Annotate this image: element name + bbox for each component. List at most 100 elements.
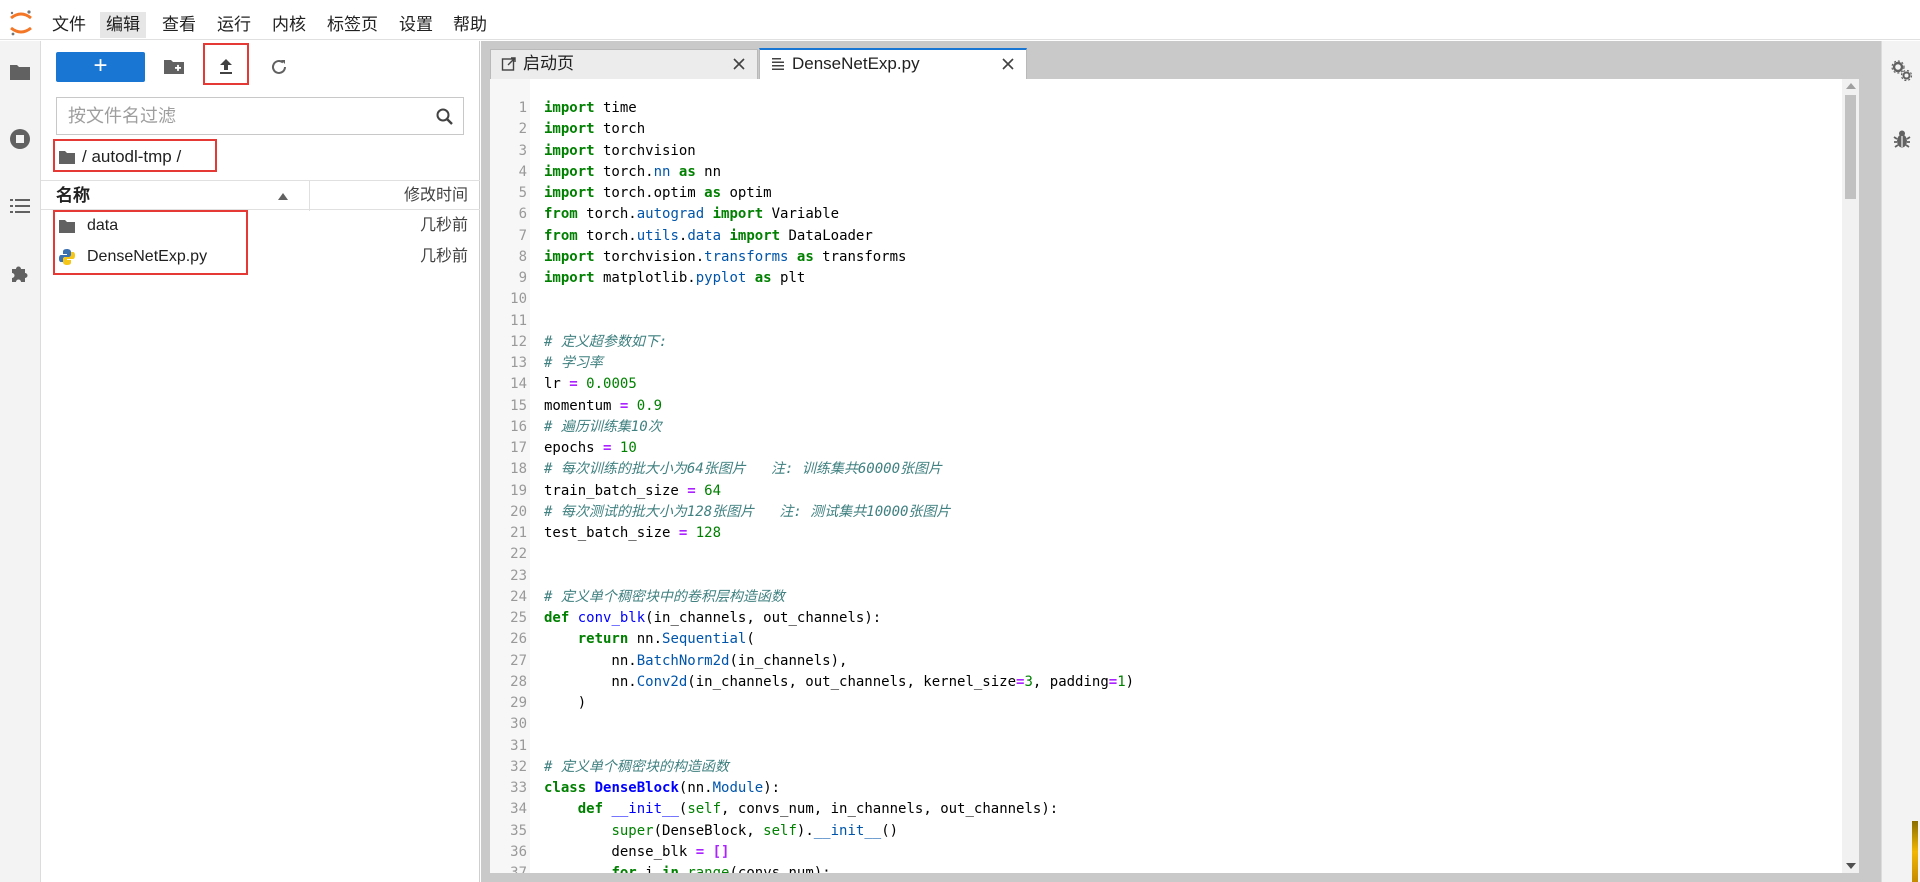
code-line[interactable]: 3 import torchvision	[490, 141, 1830, 162]
code-text: import torch	[544, 121, 646, 138]
line-number: 28	[510, 673, 527, 690]
code-line[interactable]: 1 import time	[490, 98, 1830, 119]
new-launcher-button[interactable]: +	[56, 52, 145, 82]
code-line[interactable]: 19 train_batch_size = 64	[490, 481, 1830, 502]
plus-icon: +	[93, 52, 108, 79]
line-number: 23	[510, 567, 527, 584]
folder-icon[interactable]	[8, 60, 32, 84]
resize-strip	[1912, 821, 1918, 882]
code-line[interactable]: 36 dense_blk = []	[490, 842, 1830, 863]
menu-tabs[interactable]: 标签页	[321, 12, 384, 38]
line-number: 35	[510, 822, 527, 839]
line-number: 11	[510, 312, 527, 329]
code-line[interactable]: 30	[490, 714, 1830, 735]
code-line[interactable]: 4 import torch.nn as nn	[490, 162, 1830, 183]
code-line[interactable]: 5 import torch.optim as optim	[490, 183, 1830, 204]
menu-edit[interactable]: 编辑	[100, 12, 146, 38]
code-line[interactable]: 33 class DenseBlock(nn.Module):	[490, 778, 1830, 799]
list-icon[interactable]	[8, 194, 32, 218]
scrollbar-thumb[interactable]	[1845, 95, 1856, 199]
code-line[interactable]: 25 def conv_blk(in_channels, out_channels…	[490, 608, 1830, 629]
scroll-down-arrow-icon[interactable]	[1846, 863, 1856, 869]
close-icon[interactable]	[1000, 56, 1016, 72]
menu-settings[interactable]: 设置	[393, 12, 439, 38]
jupyter-logo-icon[interactable]	[8, 9, 34, 37]
code-line[interactable]: 10	[490, 289, 1830, 310]
code-line[interactable]: 34 def __init__(self, convs_num, in_chan…	[490, 799, 1830, 820]
code-text: # 定义超参数如下:	[544, 333, 668, 350]
search-icon[interactable]	[435, 107, 455, 127]
code-line[interactable]: 15 momentum = 0.9	[490, 396, 1830, 417]
file-modified: 几秒前	[419, 217, 468, 234]
code-line[interactable]: 20 # 每次测试的批大小为128张图片 注: 测试集共10000张图片	[490, 502, 1830, 523]
code-line[interactable]: 7 from torch.utils.data import DataLoader	[490, 226, 1830, 247]
menu-kernel[interactable]: 内核	[266, 12, 312, 38]
code-text: for i in range(convs_num):	[611, 865, 831, 873]
tab-bar: 启动页 DenseNetExp.py	[481, 41, 1881, 79]
code-line[interactable]: 9 import matplotlib.pyplot as plt	[490, 268, 1830, 289]
code-line[interactable]: 26 return nn.Sequential(	[490, 629, 1830, 650]
tab-label: DenseNetExp.py	[792, 54, 920, 73]
line-number: 13	[510, 355, 527, 371]
code-line[interactable]: 21 test_batch_size = 128	[490, 523, 1830, 544]
line-number: 12	[510, 333, 527, 350]
puzzle-icon[interactable]	[8, 261, 32, 285]
code-line[interactable]: 2 import torch	[490, 119, 1830, 140]
close-icon[interactable]	[731, 56, 747, 72]
code-line[interactable]: 24 # 定义单个稠密块中的卷积层构造函数	[490, 587, 1830, 608]
code-line[interactable]: 12 # 定义超参数如下:	[490, 332, 1830, 353]
filter-input[interactable]	[57, 98, 427, 134]
menu-run[interactable]: 运行	[211, 12, 257, 38]
code-line[interactable]: 37 for i in range(convs_num):	[490, 863, 1830, 873]
code-text: # 定义单个稠密块中的卷积层构造函数	[544, 588, 785, 605]
code-line[interactable]: 17 epochs = 10	[490, 438, 1830, 459]
code-line[interactable]: 29 )	[490, 693, 1830, 714]
code-text: lr = 0.0005	[544, 376, 637, 393]
gears-icon[interactable]	[1890, 59, 1914, 83]
code-line[interactable]: 23	[490, 566, 1830, 587]
code-line[interactable]: 16 # 遍历训练集10次	[490, 417, 1830, 438]
text-file-icon	[772, 58, 784, 70]
column-modified-header[interactable]: 修改时间	[404, 181, 468, 211]
line-number: 1	[518, 100, 527, 116]
tab-label: 启动页	[523, 54, 574, 73]
breadcrumb-highlight-box	[53, 139, 217, 172]
bug-icon[interactable]	[1890, 127, 1914, 151]
code-line[interactable]: 35 super(DenseBlock, self).__init__()	[490, 821, 1830, 842]
refresh-icon[interactable]	[267, 55, 291, 79]
column-name-header[interactable]: 名称	[56, 181, 90, 211]
new-folder-icon[interactable]	[162, 55, 186, 79]
code-line[interactable]: 27 nn.BatchNorm2d(in_channels),	[490, 651, 1830, 672]
line-number: 34	[510, 801, 527, 818]
code-editor[interactable]: 1 import time 2 import torch 3 import torchvi…	[490, 79, 1859, 873]
tab-densenetexp[interactable]: DenseNetExp.py	[759, 48, 1027, 79]
file-list-header: 名称 修改时间	[41, 180, 480, 211]
line-number: 3	[518, 142, 527, 159]
line-number: 7	[518, 227, 527, 244]
code-line[interactable]: 18 # 每次训练的批大小为64张图片 注: 训练集共60000张图片	[490, 459, 1830, 480]
line-number: 36	[510, 843, 527, 860]
code-text: import torch.nn as nn	[544, 163, 722, 180]
scroll-up-arrow-icon[interactable]	[1846, 83, 1856, 89]
code-line[interactable]: 13 # 学习率	[490, 353, 1830, 374]
menu-help[interactable]: 帮助	[447, 12, 493, 38]
vertical-scrollbar[interactable]	[1842, 79, 1859, 873]
code-line[interactable]: 32 # 定义单个稠密块的构造函数	[490, 757, 1830, 778]
line-number: 33	[510, 780, 527, 796]
code-line[interactable]: 14 lr = 0.0005	[490, 374, 1830, 395]
code-line[interactable]: 28 nn.Conv2d(in_channels, out_channels, …	[490, 672, 1830, 693]
tab-launcher[interactable]: 启动页	[490, 49, 758, 79]
code-line[interactable]: 8 import torchvision.transforms as transf…	[490, 247, 1830, 268]
code-line[interactable]: 22	[490, 544, 1830, 565]
stop-circle-icon[interactable]	[8, 127, 32, 151]
menu-file[interactable]: 文件	[46, 12, 92, 38]
code-text: return nn.Sequential(	[577, 631, 755, 648]
code-line[interactable]: 11	[490, 311, 1830, 332]
code-line[interactable]: 6 from torch.autograd import Variable	[490, 204, 1830, 225]
column-divider	[309, 181, 310, 211]
code-line[interactable]: 31	[490, 736, 1830, 757]
sort-up-icon[interactable]	[277, 191, 289, 201]
main-area: 启动页 DenseNetExp.py 1 import time 2 import t…	[481, 41, 1881, 882]
line-number: 8	[518, 248, 527, 265]
menu-view[interactable]: 查看	[156, 12, 202, 38]
